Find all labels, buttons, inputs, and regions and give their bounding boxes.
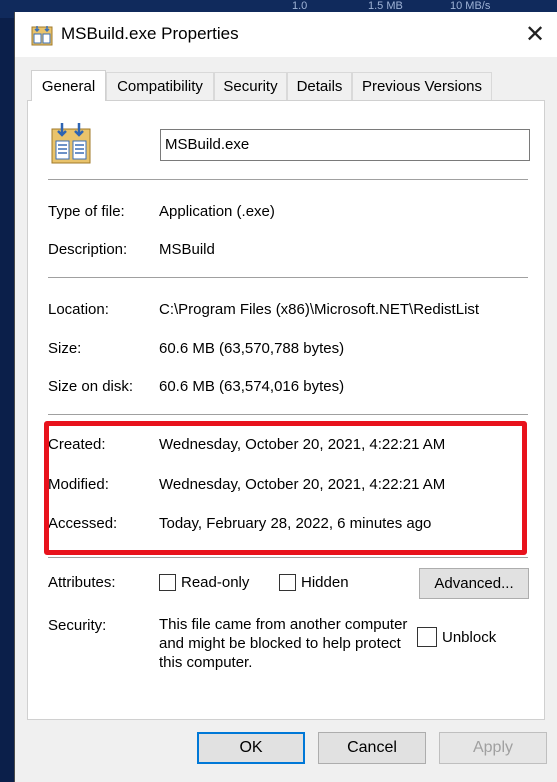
checkbox-box[interactable]: [279, 574, 296, 591]
tab-security[interactable]: Security: [214, 72, 287, 100]
ok-button[interactable]: OK: [197, 732, 305, 764]
separator: [48, 414, 528, 415]
size-label: Size:: [48, 340, 82, 357]
unblock-checkbox[interactable]: Unblock: [417, 627, 496, 647]
application-file-icon: [31, 26, 53, 46]
tab-label: Details: [296, 78, 343, 95]
checkbox-box[interactable]: [417, 627, 437, 647]
application-file-icon: [51, 123, 91, 164]
location-value: C:\Program Files (x86)\Microsoft.NET\Red…: [159, 301, 480, 318]
tab-label: Security: [223, 78, 278, 95]
tab-label: General: [41, 77, 96, 95]
tab-compatibility[interactable]: Compatibility: [106, 72, 214, 100]
background-text-c: 10 MB/s: [450, 0, 491, 12]
description-label: Description:: [48, 241, 128, 258]
cancel-button[interactable]: Cancel: [318, 732, 426, 764]
unblock-label: Unblock: [442, 628, 497, 646]
separator: [48, 277, 528, 278]
close-icon: ✕: [524, 21, 546, 48]
size-on-disk-value: 60.6 MB (63,574,016 bytes): [159, 378, 345, 395]
general-tab-panel: MSBuild.exe Type of file: Application (.…: [27, 100, 545, 720]
checkbox-box[interactable]: [159, 574, 176, 591]
title-bar[interactable]: MSBuild.exe Properties ✕: [15, 12, 557, 57]
hidden-checkbox[interactable]: Hidden: [279, 574, 349, 591]
tab-label: Previous Versions: [361, 78, 483, 95]
background-text-a: 1.0: [292, 0, 308, 12]
security-message: This file came from another computer and…: [159, 616, 408, 671]
tab-details[interactable]: Details: [287, 72, 352, 100]
tab-general[interactable]: General: [31, 70, 106, 101]
advanced-button[interactable]: Advanced...: [419, 568, 529, 599]
read-only-checkbox[interactable]: Read-only: [159, 574, 249, 591]
location-label: Location:: [48, 301, 109, 318]
security-label: Security:: [48, 617, 107, 634]
close-button[interactable]: ✕: [512, 12, 557, 57]
type-of-file-label: Type of file:: [48, 203, 125, 220]
read-only-label: Read-only: [181, 574, 250, 591]
background-text-b: 1.5 MB: [368, 0, 403, 12]
apply-button[interactable]: Apply: [439, 732, 547, 764]
hidden-label: Hidden: [301, 574, 349, 591]
attributes-label: Attributes:: [48, 574, 116, 591]
file-name-field[interactable]: MSBuild.exe: [160, 129, 530, 161]
size-on-disk-label: Size on disk:: [48, 378, 134, 395]
size-value: 60.6 MB (63,570,788 bytes): [159, 340, 345, 357]
description-value: MSBuild: [159, 241, 215, 258]
separator: [48, 557, 528, 558]
separator: [48, 179, 528, 180]
tab-previous-versions[interactable]: Previous Versions: [352, 72, 492, 100]
red-highlight-box: [44, 421, 527, 555]
properties-dialog: MSBuild.exe Properties ✕ General Compati…: [14, 12, 557, 782]
window-title: MSBuild.exe Properties: [61, 24, 239, 43]
tab-label: Compatibility: [117, 78, 203, 95]
type-of-file-value: Application (.exe): [159, 203, 275, 220]
